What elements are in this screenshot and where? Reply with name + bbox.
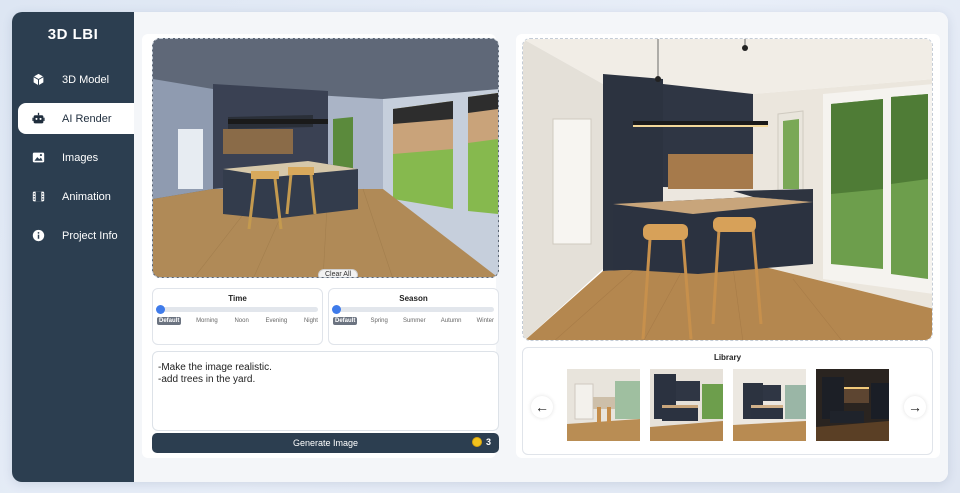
- library-thumbnail[interactable]: [733, 369, 806, 441]
- sidebar-item-ai-render[interactable]: AI Render: [18, 103, 134, 134]
- time-slider-thumb[interactable]: [156, 305, 165, 314]
- generate-image-label: Generate Image: [292, 438, 359, 448]
- library-thumbnail[interactable]: [567, 369, 640, 441]
- library-title: Library: [713, 353, 742, 362]
- 3d-viewport[interactable]: Clear All: [152, 38, 499, 278]
- film-icon: [31, 190, 45, 204]
- robot-icon: [31, 112, 45, 126]
- season-option[interactable]: Winter: [475, 317, 496, 325]
- library-thumbnail[interactable]: [650, 369, 723, 441]
- clear-all-button[interactable]: Clear All: [318, 269, 359, 277]
- library-next-button[interactable]: →: [904, 396, 926, 418]
- time-slider-track[interactable]: [159, 307, 318, 312]
- time-option[interactable]: Night: [302, 317, 320, 325]
- season-option[interactable]: Summer: [401, 317, 428, 325]
- coin-icon: [471, 437, 482, 447]
- season-option[interactable]: Default: [333, 317, 358, 325]
- time-option[interactable]: Morning: [194, 317, 220, 325]
- sidebar-item-animation[interactable]: Animation: [18, 181, 134, 212]
- image-icon: [31, 151, 45, 165]
- library-panel: Library ← →: [522, 347, 933, 455]
- sidebar-item-3d-model[interactable]: 3D Model: [18, 64, 134, 95]
- sidebar-item-project-info[interactable]: Project Info: [18, 220, 134, 251]
- library-prev-button[interactable]: ←: [531, 396, 553, 418]
- 3d-scene-illustration: [153, 39, 498, 277]
- time-option[interactable]: Default: [157, 317, 182, 325]
- season-option[interactable]: Spring: [368, 317, 389, 325]
- prompt-textarea[interactable]: -Make the image realistic. -add trees in…: [152, 351, 499, 431]
- library-thumbnail[interactable]: [816, 369, 889, 441]
- season-slider-thumb[interactable]: [332, 305, 341, 314]
- season-slider-track[interactable]: [335, 307, 494, 312]
- sidebar-item-label: Images: [62, 151, 99, 164]
- sidebar-item-label: Project Info: [62, 229, 118, 242]
- brand-logo: 3D LBI: [47, 26, 99, 43]
- season-options: Default Spring Summer Autumn Winter: [333, 317, 496, 325]
- sidebar-item-images[interactable]: Images: [18, 142, 134, 173]
- season-title: Season: [399, 294, 428, 303]
- sidebar-item-label: AI Render: [62, 112, 112, 125]
- render-illustration: [523, 39, 932, 340]
- season-slider-card: Season Default Spring Summer Autumn Wint…: [328, 288, 499, 345]
- time-option[interactable]: Evening: [264, 317, 290, 325]
- time-options: Default Morning Noon Evening Night: [157, 317, 320, 325]
- cube-icon: [31, 73, 45, 87]
- app-window: 3D LBI 3D Model AI Render Images Animati…: [12, 12, 948, 482]
- time-option[interactable]: Noon: [232, 317, 250, 325]
- info-icon: [31, 229, 45, 243]
- time-slider-card: Time Default Morning Noon Evening Night: [152, 288, 323, 345]
- editor-panel: Clear All Time Default Morning Noon Even…: [142, 34, 499, 458]
- sidebar-item-label: 3D Model: [62, 73, 110, 86]
- sidebar: 3D LBI 3D Model AI Render Images Animati…: [12, 12, 134, 482]
- rendered-image: [522, 38, 933, 341]
- render-panel: Library ← →: [516, 34, 940, 458]
- season-option[interactable]: Autumn: [439, 317, 464, 325]
- time-title: Time: [228, 294, 247, 303]
- generate-image-button[interactable]: Generate Image 3: [152, 433, 499, 453]
- credits-counter: 3: [471, 437, 491, 447]
- sidebar-item-label: Animation: [62, 190, 111, 203]
- main-content: Clear All Time Default Morning Noon Even…: [134, 12, 948, 482]
- credits-value: 3: [485, 437, 491, 447]
